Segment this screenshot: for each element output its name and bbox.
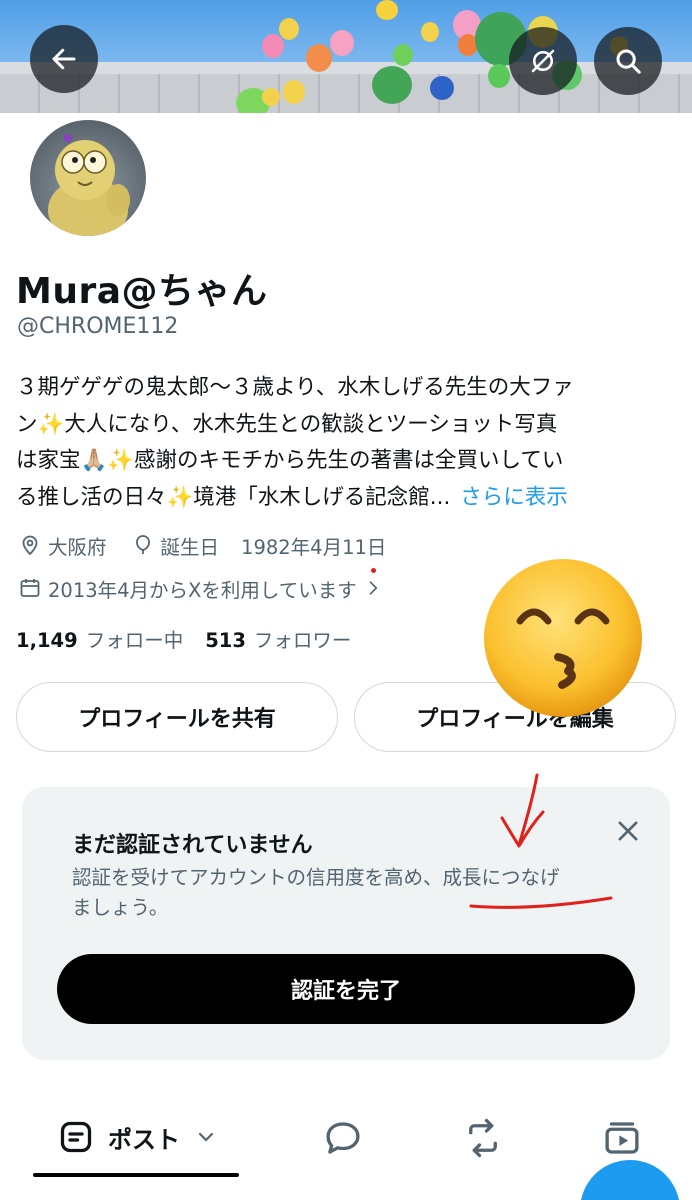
following-link[interactable]: 1,149 フォロー中 [16,624,183,653]
reposts-tab-icon[interactable] [462,1117,504,1159]
joined-date-row[interactable]: 2013年4月からXを利用しています [18,573,389,603]
bio-line-text: る推し活の日々✨境港「水木しげる記念館... [16,484,451,510]
bio-line-last: る推し活の日々✨境港「水木しげる記念館... さらに表示 [16,480,676,517]
user-handle: @CHROME112 [17,314,179,339]
tab-posts-label: ポスト [108,1125,180,1154]
bio-line: ３期ゲゲゲの鬼太郎〜３歳より、水木しげる先生の大ファ [16,375,574,400]
verification-title: まだ認証されていません [72,833,313,858]
search-button[interactable] [594,27,662,95]
complete-verification-button[interactable]: 認証を完了 [57,954,635,1024]
balloon [262,88,280,106]
location-text: 大阪府 [48,535,107,559]
see-more-link[interactable]: さらに表示 [460,485,568,510]
bio-line: は家宝🙏🏼✨感謝のキモチから先生の著書は全買いしてい [16,448,564,473]
bio: ３期ゲゲゲの鬼太郎〜３歳より、水木しげる先生の大ファ ン✨大人になり、水木先生と… [16,370,676,516]
profile-meta: 大阪府 誕生日 1982年4月11日 [18,530,410,560]
verification-card: まだ認証されていません 認証を受けてアカウントの信用度を高め、成長につなげ まし… [22,787,670,1060]
balloon [421,22,439,42]
birthday-date: 1982年4月11日 [241,535,387,559]
following-count: 1,149 [16,629,78,652]
joined-text: 2013年4月からXを利用しています [48,578,357,602]
balloon [393,44,413,66]
building-wall [0,74,692,113]
balloon [330,30,354,56]
back-button[interactable] [30,25,98,93]
tab-posts[interactable]: ポスト [58,1119,218,1155]
birthday-label: 誕生日 [160,535,220,559]
description-line: ましょう。 [72,896,169,919]
calendar-icon [20,579,40,597]
header-banner [0,0,692,113]
share-profile-button[interactable]: プロフィールを共有 [16,682,338,752]
post-icon [60,1121,92,1153]
location: 大阪府 [18,531,107,560]
follow-stats: 1,149 フォロー中 513 フォロワー [16,624,373,653]
followers-link[interactable]: 513 フォロワー [205,624,351,653]
balloon [372,66,412,104]
balloon [262,34,284,58]
search-icon [616,49,641,74]
arrow-left-icon [52,48,76,70]
following-label: フォロー中 [85,629,184,652]
media-tab-icon[interactable] [601,1117,643,1159]
avatar-character-image [48,134,130,236]
balloon [430,76,454,100]
description-line: 認証を受けてアカウントの信用度を高め、成長につなげ [72,866,560,889]
balloon [376,0,398,20]
bio-line: ン✨大人になり、水木先生との歓談とツーショット写真 [16,411,558,437]
location-pin-icon [22,535,38,556]
display-name: Mura@ちゃん [16,271,268,312]
verification-description: 認証を受けてアカウントの信用度を高め、成長につなげ ましょう。 [72,863,632,923]
avatar[interactable] [26,116,150,240]
balloon [279,18,299,40]
followers-label: フォロワー [253,629,352,652]
balloon [488,64,510,88]
protected-status-button[interactable] [509,27,577,95]
chevron-down-icon[interactable] [194,1125,218,1149]
balloon-icon [135,535,150,554]
close-icon[interactable] [614,817,642,845]
slashed-circle-icon [531,49,555,73]
replies-tab-icon[interactable] [322,1117,364,1159]
chevron-right-icon [369,581,378,595]
kissing-face-emoji-icon [484,559,642,717]
balloon [306,44,332,72]
followers-count: 513 [205,629,246,652]
balloon [283,80,305,104]
roof-eave [0,62,692,74]
active-tab-indicator [33,1173,239,1177]
birthday: 誕生日 1982年4月11日 [131,531,387,560]
